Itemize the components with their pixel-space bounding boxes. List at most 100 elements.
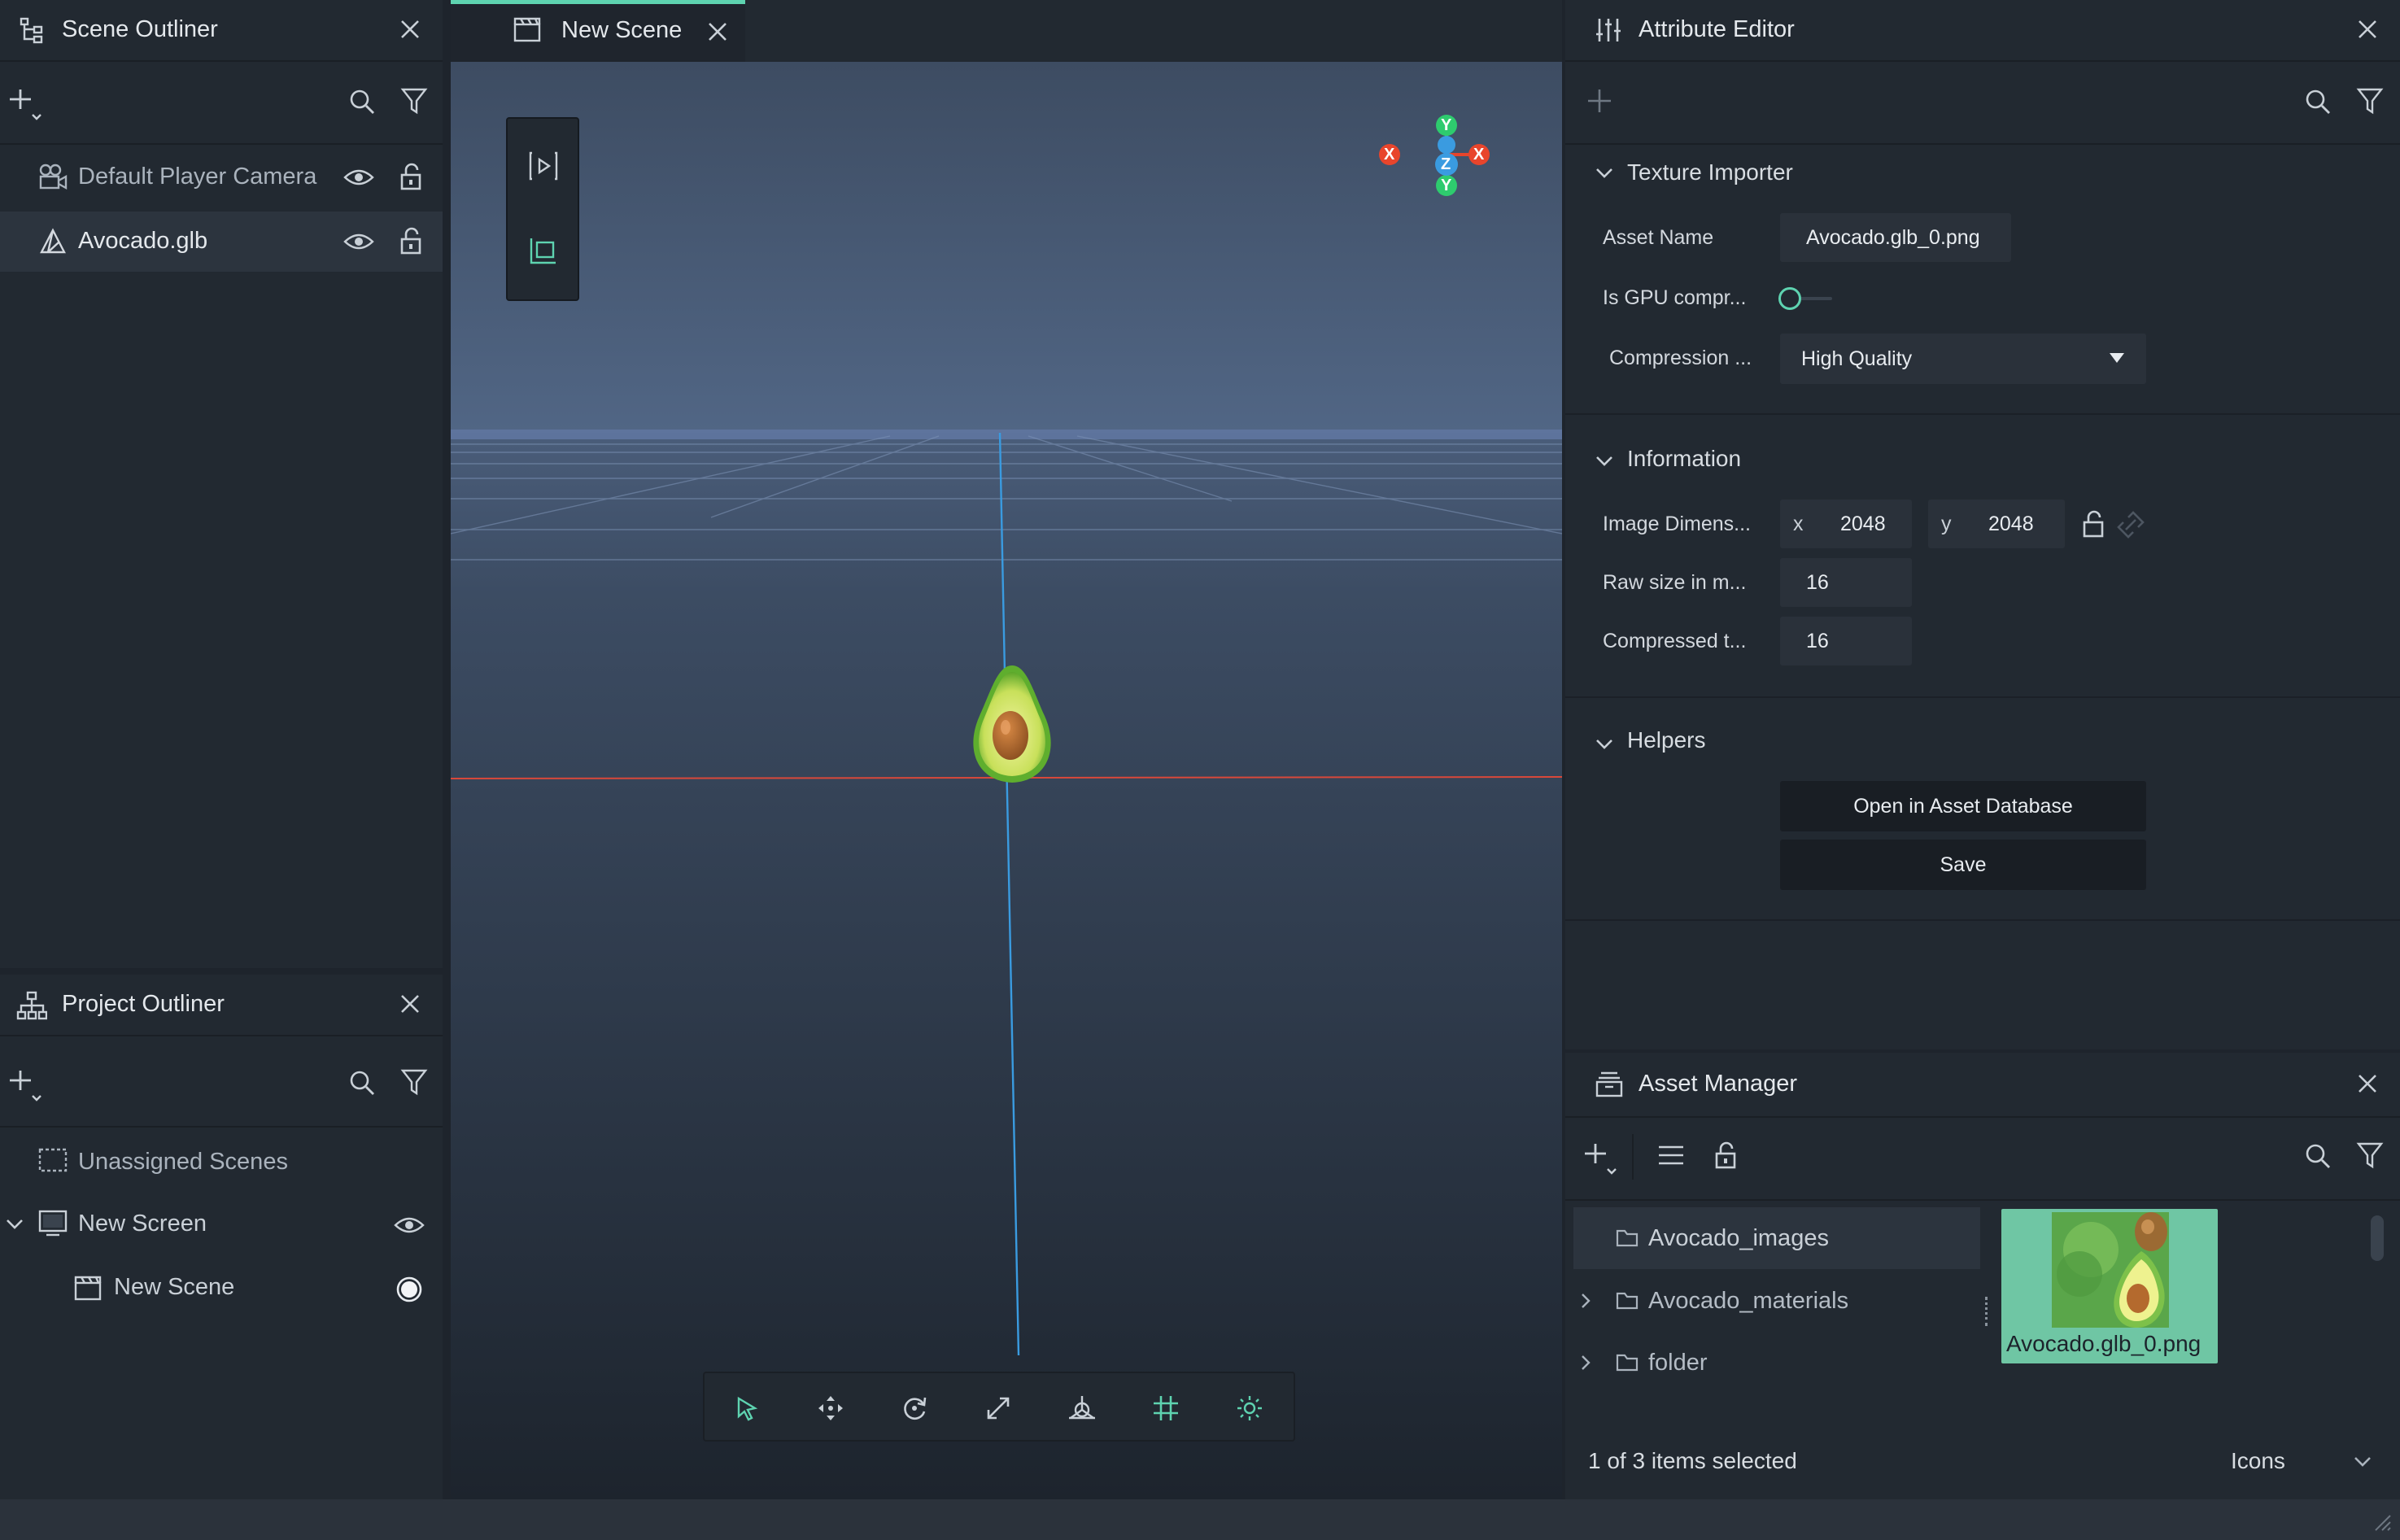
- add-dropdown-icon[interactable]: [8, 88, 49, 122]
- asset-manager-icon: [1595, 1071, 1624, 1098]
- asset-manager-header: Asset Manager: [1565, 1053, 2400, 1113]
- chevron-down-icon[interactable]: [1595, 164, 1614, 182]
- move-tool[interactable]: [788, 1373, 872, 1443]
- grid-snap-tool[interactable]: [1124, 1373, 1207, 1443]
- axis-gizmo[interactable]: Y Y X X Z: [1375, 107, 1497, 197]
- chevron-down-icon[interactable]: [5, 1215, 24, 1233]
- x-value: 2048: [1840, 513, 1886, 535]
- scene-item-camera[interactable]: Default Player Camera: [0, 148, 443, 207]
- compressed-size-value: 16: [1806, 629, 1829, 652]
- asset-manager-panel: Asset Manager Avocado_images Avocado_mat…: [1565, 1053, 2400, 1499]
- section-title: Helpers: [1627, 727, 1706, 753]
- filter-icon[interactable]: [2356, 86, 2384, 116]
- close-icon[interactable]: [2356, 18, 2379, 41]
- project-item-label: Unassigned Scenes: [78, 1149, 288, 1175]
- tab-label: New Scene: [561, 17, 683, 43]
- scene-item-avocado[interactable]: Avocado.glb: [0, 212, 443, 272]
- helpers-section: Helpers Open in Asset Database Save: [1565, 703, 2400, 914]
- scene-render: [451, 62, 1562, 1499]
- close-icon[interactable]: [399, 18, 421, 41]
- select-tool[interactable]: [705, 1373, 788, 1443]
- folder-icon: [1616, 1353, 1639, 1372]
- resize-grip-icon[interactable]: [2371, 1511, 2392, 1532]
- link-icon[interactable]: [2117, 511, 2145, 539]
- tab-new-scene[interactable]: New Scene: [451, 0, 745, 62]
- close-icon[interactable]: [399, 992, 421, 1015]
- chevron-right-icon[interactable]: [1578, 1292, 1593, 1310]
- folder-label: Avocado_images: [1648, 1225, 1829, 1251]
- close-icon[interactable]: [706, 20, 729, 43]
- eye-icon[interactable]: [343, 230, 374, 253]
- add-dropdown-icon[interactable]: [8, 1069, 49, 1103]
- project-item-unassigned-scenes[interactable]: Unassigned Scenes: [0, 1134, 443, 1191]
- asset-scrollbar[interactable]: [2371, 1215, 2384, 1261]
- open-in-asset-database-button[interactable]: Open in Asset Database: [1780, 781, 2146, 831]
- frame-view-icon[interactable]: [527, 234, 560, 267]
- search-icon[interactable]: [348, 88, 376, 116]
- project-outliner-header: Project Outliner: [0, 975, 443, 1035]
- scene-outliner-panel: Scene Outliner Default Player Camera Avo…: [0, 0, 443, 968]
- rotate-tool[interactable]: [872, 1373, 956, 1443]
- search-icon[interactable]: [348, 1069, 376, 1097]
- viewport-tab-bar: New Scene: [451, 0, 1562, 62]
- filter-icon[interactable]: [400, 1067, 428, 1097]
- folder-item-avocado-materials[interactable]: Avocado_materials: [1573, 1271, 1980, 1331]
- dimension-x-field[interactable]: x 2048: [1780, 500, 1912, 548]
- lock-ratio-icon[interactable]: [2081, 509, 2105, 539]
- lighting-tool[interactable]: [1207, 1373, 1291, 1443]
- gizmo-x-neg-label: X: [1384, 146, 1395, 164]
- texture-importer-section: Texture Importer Asset Name Avocado.glb_…: [1565, 145, 2400, 413]
- unlock-icon[interactable]: [399, 162, 423, 191]
- gizmo-y-neg-label: Y: [1441, 177, 1452, 194]
- folder-item-avocado-images[interactable]: Avocado_images: [1573, 1207, 1980, 1269]
- project-item-label: New Scene: [114, 1274, 235, 1300]
- project-item-new-scene[interactable]: New Scene: [0, 1259, 443, 1318]
- filter-icon[interactable]: [400, 86, 428, 116]
- asset-name-field[interactable]: Avocado.glb_0.png: [1780, 213, 2011, 262]
- monitor-icon: [37, 1209, 68, 1238]
- eye-icon[interactable]: [394, 1214, 425, 1237]
- view-mode-value: Icons: [2231, 1448, 2285, 1473]
- project-item-label: New Screen: [78, 1211, 207, 1237]
- active-scene-radio-icon[interactable]: [395, 1276, 423, 1303]
- close-icon[interactable]: [2356, 1072, 2379, 1095]
- folder-label: Avocado_materials: [1648, 1288, 1849, 1314]
- splitter-handle[interactable]: [1985, 1297, 1990, 1326]
- play-camera-icon[interactable]: [527, 150, 560, 182]
- chevron-right-icon[interactable]: [1578, 1354, 1593, 1372]
- compression-select[interactable]: High Quality: [1780, 334, 2146, 384]
- search-icon[interactable]: [2304, 1142, 2332, 1170]
- thumbnail-label: Avocado.glb_0.png: [2006, 1331, 2201, 1356]
- scale-tool[interactable]: [956, 1373, 1040, 1443]
- information-section: Information Image Dimens... x 2048 y 204…: [1565, 420, 2400, 696]
- dimension-y-field[interactable]: y 2048: [1928, 500, 2065, 548]
- gpu-compression-toggle[interactable]: [1778, 286, 1844, 311]
- asset-name-label: Asset Name: [1603, 226, 1714, 249]
- clapperboard-icon: [73, 1274, 103, 1302]
- asset-thumbnail[interactable]: Avocado.glb_0.png: [2001, 1209, 2218, 1363]
- project-item-new-screen[interactable]: New Screen: [0, 1196, 443, 1254]
- filter-icon[interactable]: [2356, 1141, 2384, 1170]
- viewport-canvas[interactable]: Y Y X X Z: [451, 62, 1562, 1499]
- y-axis-label: y: [1941, 513, 1952, 535]
- pivot-tool[interactable]: [1040, 1373, 1124, 1443]
- gizmo-x-label: X: [1473, 146, 1485, 164]
- gpu-compression-label: Is GPU compr...: [1603, 286, 1747, 309]
- search-icon[interactable]: [2304, 88, 2332, 116]
- asset-manager-title: Asset Manager: [1639, 1071, 1798, 1097]
- chevron-down-icon[interactable]: [1595, 735, 1614, 753]
- list-view-icon[interactable]: [1656, 1142, 1686, 1168]
- eye-icon[interactable]: [343, 166, 374, 189]
- save-button[interactable]: Save: [1780, 840, 2146, 890]
- scene-item-label: Default Player Camera: [78, 164, 317, 190]
- scene-outliner-title: Scene Outliner: [62, 16, 218, 42]
- chevron-down-icon[interactable]: [1595, 452, 1614, 470]
- add-icon[interactable]: [1586, 88, 1612, 114]
- add-dropdown-icon[interactable]: [1583, 1142, 1624, 1176]
- attribute-editor-header: Attribute Editor: [1565, 0, 2400, 60]
- view-mode-select[interactable]: Icons: [2208, 1440, 2379, 1481]
- scene-item-label: Avocado.glb: [78, 228, 208, 254]
- folder-item-folder[interactable]: folder: [1573, 1333, 1980, 1393]
- unlock-icon[interactable]: [1713, 1141, 1738, 1170]
- unlock-icon[interactable]: [399, 226, 423, 255]
